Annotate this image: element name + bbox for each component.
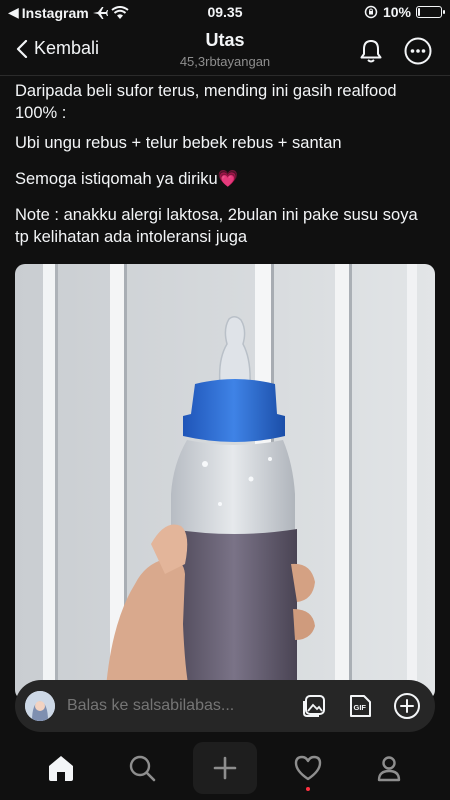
post-paragraph: Note : anakku alergi laktosa, 2bulan ini… <box>15 206 418 246</box>
heart-emoji: 💗 <box>217 170 239 188</box>
heart-icon <box>294 755 322 780</box>
reply-input[interactable] <box>67 697 301 715</box>
reply-actions: GIF <box>301 692 421 720</box>
nav-search[interactable] <box>112 743 172 793</box>
plus-icon <box>213 756 237 779</box>
nav-home[interactable] <box>31 743 91 793</box>
post-paragraph: Ubi ungu rebus + telur bebek rebus + san… <box>15 134 342 152</box>
bottom-nav <box>0 735 450 800</box>
post-image[interactable] <box>15 264 435 700</box>
more-icon[interactable] <box>404 37 432 65</box>
bell-icon[interactable] <box>358 38 384 64</box>
post-body: Daripada beli sufor terus, mending ini g… <box>15 80 435 256</box>
reply-bar: GIF <box>15 680 435 732</box>
nav-create[interactable] <box>192 741 257 794</box>
post-paragraph-text: Semoga istiqomah ya diriku <box>15 170 218 188</box>
avatar-illustration <box>25 691 55 721</box>
svg-text:GIF: GIF <box>354 703 367 712</box>
plus-circle-icon[interactable] <box>393 692 421 720</box>
battery-icon <box>416 6 445 18</box>
thread-header: Kembali Utas 45,3rbtayangan <box>0 26 450 76</box>
image-icon[interactable] <box>301 693 327 719</box>
post-paragraph: Semoga istiqomah ya diriku💗 <box>15 168 435 190</box>
battery-percent: 10% <box>382 4 411 20</box>
nav-activity[interactable] <box>278 743 338 793</box>
home-icon <box>48 755 73 781</box>
search-icon <box>129 755 156 781</box>
profile-icon <box>378 755 401 781</box>
gif-icon[interactable]: GIF <box>347 693 373 719</box>
post-paragraph: Daripada beli sufor terus, mending ini g… <box>15 82 397 122</box>
avatar[interactable] <box>25 691 55 721</box>
status-bar: ◀ Instagram 09.35 10% <box>0 0 450 26</box>
nav-profile[interactable] <box>359 743 419 793</box>
header-actions <box>358 37 432 65</box>
status-right: 10% <box>364 4 445 20</box>
baby-bottle-photo <box>15 264 435 700</box>
battery-fill <box>418 8 421 16</box>
notification-dot <box>306 786 311 791</box>
orientation-lock-icon <box>364 5 378 19</box>
